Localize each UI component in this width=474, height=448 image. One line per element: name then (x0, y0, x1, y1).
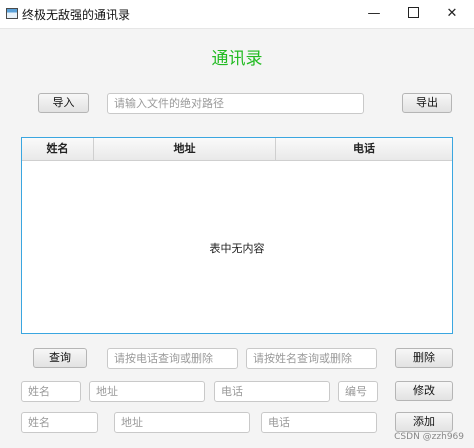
contacts-table[interactable]: 姓名 地址 电话 表中无内容 (21, 137, 453, 334)
add-phone-input[interactable] (261, 412, 377, 433)
empty-placeholder: 表中无内容 (209, 242, 265, 255)
edit-phone-input[interactable] (214, 381, 330, 402)
modify-button[interactable]: 修改 (395, 381, 453, 401)
import-button[interactable]: 导入 (38, 93, 89, 113)
delete-button[interactable]: 删除 (395, 348, 453, 368)
phone-search-input[interactable] (107, 348, 238, 369)
table-header: 姓名 地址 电话 (22, 138, 452, 161)
edit-name-input[interactable] (21, 381, 81, 402)
add-name-input[interactable] (21, 412, 98, 433)
name-search-input[interactable] (246, 348, 377, 369)
window-title: 终极无敌强的通讯录 (22, 8, 131, 22)
column-header-address[interactable]: 地址 (94, 138, 276, 160)
watermark: CSDN @zzh969 (394, 432, 464, 442)
export-button[interactable]: 导出 (402, 93, 452, 113)
edit-id-input[interactable] (338, 381, 378, 402)
page-title: 通讯录 (211, 49, 263, 69)
minimize-button[interactable]: — (352, 0, 396, 28)
edit-address-input[interactable] (89, 381, 205, 402)
maximize-icon (407, 7, 419, 18)
query-button[interactable]: 查询 (33, 348, 87, 368)
column-header-name[interactable]: 姓名 (22, 138, 94, 160)
file-path-input[interactable] (107, 93, 364, 114)
close-button[interactable]: ✕ (430, 0, 474, 28)
add-button[interactable]: 添加 (395, 412, 453, 432)
column-header-phone[interactable]: 电话 (276, 138, 452, 160)
title-bar: 终极无敌强的通讯录 — ✕ (0, 0, 474, 29)
app-icon (6, 8, 18, 19)
add-address-input[interactable] (114, 412, 250, 433)
maximize-button[interactable] (391, 0, 435, 28)
